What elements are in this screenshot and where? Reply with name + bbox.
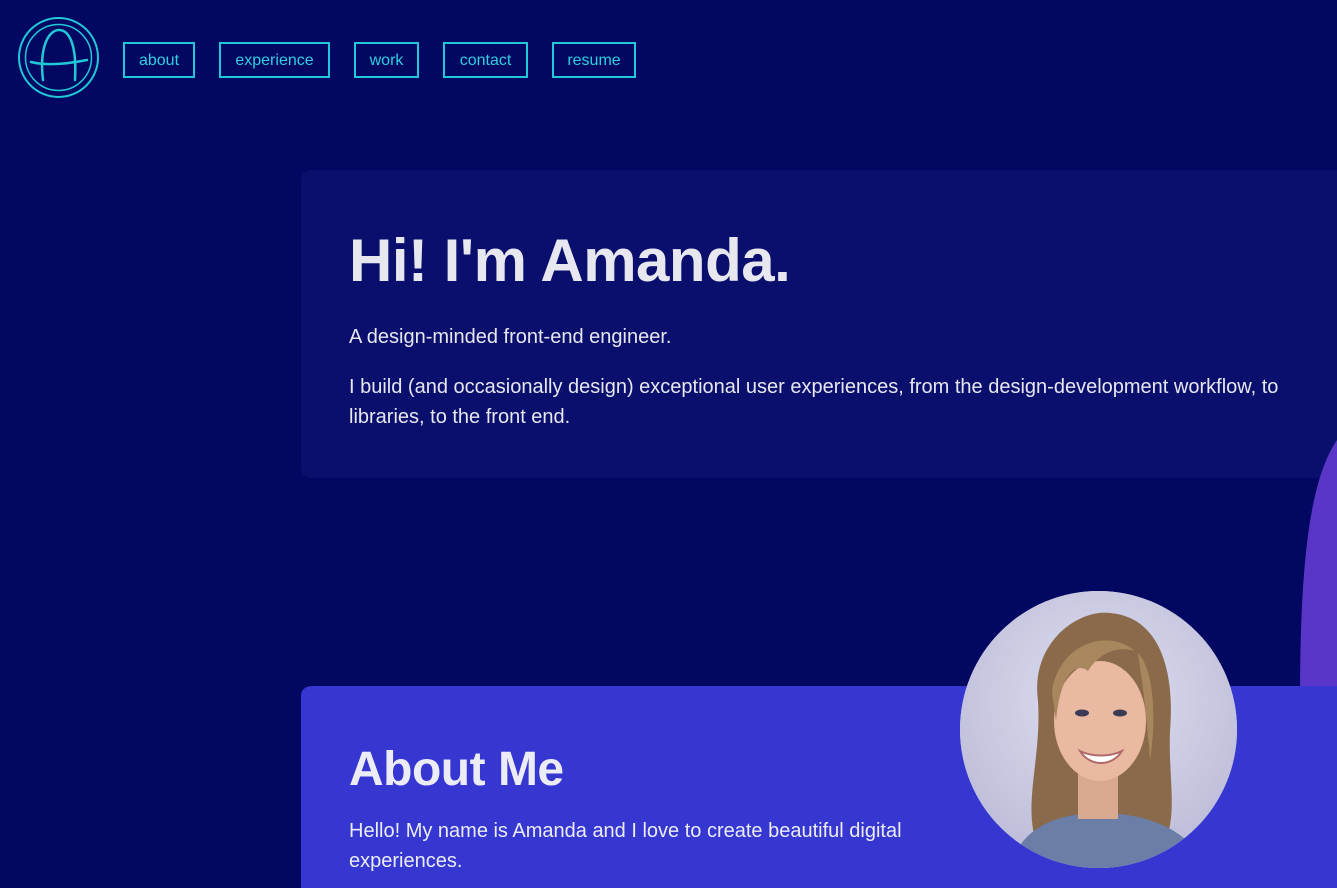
hero-description: I build (and occasionally design) except… xyxy=(349,376,1279,428)
nav-about-button[interactable]: about xyxy=(123,42,195,78)
hero-subtitle: A design-minded front-end engineer. xyxy=(349,326,672,348)
about-description: Hello! My name is Amanda and I love to c… xyxy=(349,820,902,872)
avatar xyxy=(960,591,1237,868)
nav-resume-button[interactable]: resume xyxy=(552,42,636,78)
profile-photo-icon xyxy=(960,591,1237,868)
logo-icon[interactable] xyxy=(17,16,100,99)
hero-title: Hi! I'm Amanda. xyxy=(349,227,791,294)
hero-card: Hi! I'm Amanda. A design-minded front-en… xyxy=(301,170,1337,478)
nav-work-button[interactable]: work xyxy=(354,42,419,78)
decorative-swoosh-icon xyxy=(1300,440,1337,700)
about-title: About Me xyxy=(349,743,564,796)
nav-contact-button[interactable]: contact xyxy=(443,42,528,78)
page: about experience work contact resume Hi!… xyxy=(0,0,1337,888)
nav-experience-button[interactable]: experience xyxy=(219,42,330,78)
